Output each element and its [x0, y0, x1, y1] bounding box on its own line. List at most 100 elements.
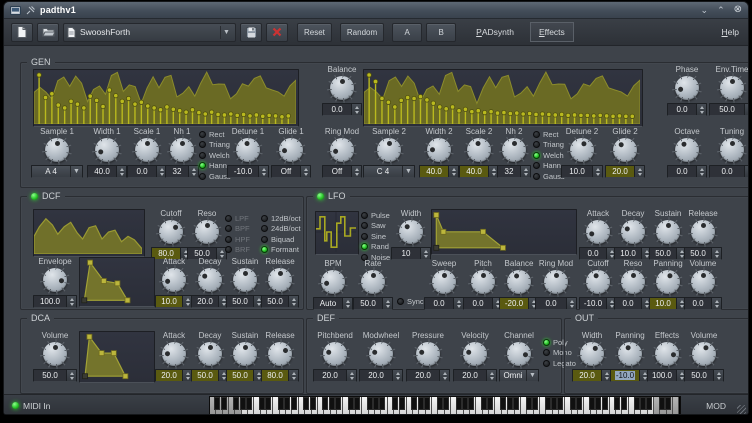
scale2-knob[interactable]: [467, 138, 491, 162]
white-key[interactable]: [673, 397, 679, 414]
detune1-value[interactable]: -10.0: [227, 165, 269, 178]
dcf_type-option-hpf[interactable]: HPF: [225, 234, 250, 245]
shape2-option-rect[interactable]: Rect: [533, 129, 565, 140]
velocity-value[interactable]: 20.0: [453, 369, 497, 382]
dcf_decay-value[interactable]: 20.0: [191, 295, 229, 308]
lfo_panning-value[interactable]: 10.0: [649, 297, 687, 310]
new-preset-button[interactable]: [11, 23, 33, 42]
dca_release-knob[interactable]: [268, 342, 292, 366]
dcf_type-option-lpf[interactable]: LPF: [225, 213, 250, 224]
dcf_reso-knob[interactable]: [195, 220, 219, 244]
dcf-envelope-display[interactable]: [79, 257, 155, 307]
black-key[interactable]: [595, 397, 601, 410]
black-key[interactable]: [602, 397, 608, 410]
dca_attack-knob[interactable]: [162, 342, 186, 366]
lfo_width-knob[interactable]: [399, 220, 423, 244]
lfo-envelope-display[interactable]: [431, 209, 577, 255]
dca_decay-knob[interactable]: [198, 342, 222, 366]
modwheel-value[interactable]: 20.0: [359, 369, 403, 382]
dcf_decay-knob[interactable]: [198, 268, 222, 292]
lfo_sweep-value[interactable]: 0.0: [424, 297, 464, 310]
dca_decay-value[interactable]: 50.0: [191, 369, 229, 382]
dca_release-value[interactable]: 80.0: [261, 369, 299, 382]
black-key[interactable]: [284, 397, 290, 410]
lfo_sustain-knob[interactable]: [656, 220, 680, 244]
octave-value[interactable]: 0.0: [667, 165, 707, 178]
pressure-value[interactable]: 20.0: [406, 369, 450, 382]
lfo_balance-value[interactable]: -20.0: [499, 297, 539, 310]
shape1-option-gauss[interactable]: Gauss: [199, 171, 231, 182]
black-key[interactable]: [634, 397, 640, 410]
black-key[interactable]: [532, 397, 538, 410]
black-key[interactable]: [348, 397, 354, 410]
out_volume-knob[interactable]: [692, 342, 716, 366]
out_effects-value[interactable]: 100.0: [647, 369, 687, 382]
lfo_cutoff-value[interactable]: -10.0: [579, 297, 617, 310]
lfo_rate-knob[interactable]: [361, 270, 385, 294]
close-icon[interactable]: ⊗: [734, 5, 742, 15]
dcf_envelope-value[interactable]: 100.0: [33, 295, 77, 308]
shape1-option-welch[interactable]: Welch: [199, 150, 231, 161]
ringmod-knob[interactable]: [330, 138, 354, 162]
a-button[interactable]: A: [392, 23, 422, 42]
black-key[interactable]: [456, 397, 462, 410]
black-key[interactable]: [373, 397, 379, 410]
out_effects-knob[interactable]: [655, 342, 679, 366]
balance-knob[interactable]: [330, 76, 354, 100]
phase-knob[interactable]: [675, 76, 699, 100]
lfo_panning-knob[interactable]: [656, 270, 680, 294]
width1-value[interactable]: 40.0: [87, 165, 127, 178]
black-key[interactable]: [545, 397, 551, 410]
lfo_sweep-knob[interactable]: [432, 270, 456, 294]
lfo-sync-checkbox[interactable]: Sync: [397, 296, 424, 307]
lfo_shape-option-pulse[interactable]: Pulse: [361, 210, 390, 221]
black-key[interactable]: [557, 397, 563, 410]
width1-knob[interactable]: [95, 138, 119, 162]
scale1-value[interactable]: 0.0: [127, 165, 167, 178]
black-key[interactable]: [367, 397, 373, 410]
pitchbend-value[interactable]: 20.0: [313, 369, 357, 382]
phase-value[interactable]: 0.0: [667, 103, 707, 116]
reset-button[interactable]: Reset: [297, 23, 332, 42]
black-key[interactable]: [278, 397, 284, 410]
black-key[interactable]: [418, 397, 424, 410]
maximize-icon[interactable]: ⌃: [717, 5, 725, 15]
dcf_release-knob[interactable]: [268, 268, 292, 292]
black-key[interactable]: [551, 397, 557, 410]
balance-value[interactable]: 0.0: [322, 103, 362, 116]
out_panning-value[interactable]: -10.0: [610, 369, 650, 382]
black-key[interactable]: [621, 397, 627, 410]
lfo_release-knob[interactable]: [691, 220, 715, 244]
black-key[interactable]: [500, 397, 506, 410]
black-key[interactable]: [513, 397, 519, 410]
octave-knob[interactable]: [675, 138, 699, 162]
shape1-option-rect[interactable]: Rect: [199, 129, 231, 140]
black-key[interactable]: [354, 397, 360, 410]
ringmod-value[interactable]: Off: [322, 165, 362, 178]
minimize-icon[interactable]: ⌄: [701, 5, 709, 15]
out_volume-value[interactable]: 50.0: [684, 369, 724, 382]
dcf_slope-option-24dboct[interactable]: 24dB/oct: [261, 224, 301, 235]
shape2-option-gauss[interactable]: Gauss: [533, 171, 565, 182]
shape2-option-hann[interactable]: Hann: [533, 161, 565, 172]
dcf_slope-option-formant[interactable]: Formant: [261, 245, 301, 256]
dcf_cutoff-knob[interactable]: [159, 220, 183, 244]
lfo_balance-knob[interactable]: [507, 270, 531, 294]
detune2-value[interactable]: 10.0: [561, 165, 603, 178]
titlebar[interactable]: padthv1 ⌄ ⌃ ⊗: [4, 2, 748, 19]
shape1-option-hann[interactable]: Hann: [199, 161, 231, 172]
tab-padsynth[interactable]: PADsynth: [468, 23, 522, 41]
lfo_reso-knob[interactable]: [621, 270, 645, 294]
black-key[interactable]: [665, 397, 671, 410]
black-key[interactable]: [462, 397, 468, 410]
black-key[interactable]: [221, 397, 227, 410]
dcf_slope-option-biquad[interactable]: Biquad: [261, 234, 301, 245]
glide2-knob[interactable]: [613, 138, 637, 162]
sample1-knob[interactable]: [45, 138, 69, 162]
dcf_attack-value[interactable]: 10.0: [155, 295, 193, 308]
black-key[interactable]: [481, 397, 487, 410]
envtime-knob[interactable]: [720, 76, 744, 100]
out_panning-knob[interactable]: [618, 342, 642, 366]
black-key[interactable]: [259, 397, 265, 410]
detune1-knob[interactable]: [236, 138, 260, 162]
